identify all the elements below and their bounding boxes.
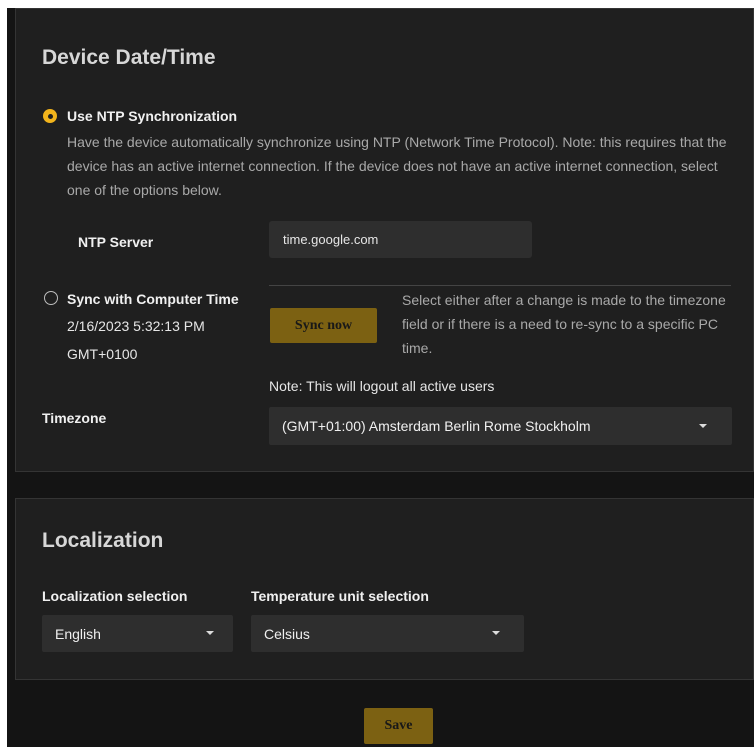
timezone-label: Timezone bbox=[42, 410, 107, 426]
ntp-label[interactable]: Use NTP Synchronization bbox=[67, 108, 237, 124]
sync-help-text: Select either after a change is made to … bbox=[402, 292, 726, 356]
localization-selection-label: Localization selection bbox=[42, 588, 188, 604]
localization-value: English bbox=[55, 625, 101, 642]
ntp-server-label: NTP Server bbox=[78, 234, 154, 250]
sync-logout-note: Note: This will logout all active users bbox=[269, 378, 495, 394]
settings-frame: Device Date/Time Use NTP Synchronization… bbox=[7, 8, 754, 747]
computer-time-divider bbox=[269, 285, 731, 286]
temperature-unit-value: Celsius bbox=[264, 625, 310, 642]
ntp-description: Have the device automatically synchroniz… bbox=[67, 134, 727, 198]
save-button[interactable]: Save bbox=[364, 708, 433, 744]
chevron-down-icon bbox=[492, 631, 500, 635]
localization-panel: Localization Localization selection Engl… bbox=[15, 498, 754, 680]
localization-select[interactable]: English bbox=[42, 615, 233, 652]
ntp-server-input[interactable]: time.google.com bbox=[269, 221, 532, 258]
temperature-unit-select[interactable]: Celsius bbox=[251, 615, 524, 652]
temperature-unit-label: Temperature unit selection bbox=[251, 588, 429, 604]
timezone-select[interactable]: (GMT+01:00) Amsterdam Berlin Rome Stockh… bbox=[269, 407, 732, 445]
sync-now-button[interactable]: Sync now bbox=[270, 308, 377, 343]
chevron-down-icon bbox=[699, 424, 707, 428]
timezone-value: (GMT+01:00) Amsterdam Berlin Rome Stockh… bbox=[282, 418, 591, 434]
chevron-down-icon bbox=[206, 631, 214, 635]
ntp-radio[interactable] bbox=[43, 109, 57, 123]
device-datetime-title: Device Date/Time bbox=[42, 46, 216, 69]
computer-time-date: 2/16/2023 5:32:13 PM bbox=[67, 318, 205, 334]
computer-time-label[interactable]: Sync with Computer Time bbox=[67, 291, 239, 307]
localization-title: Localization bbox=[42, 529, 164, 552]
device-datetime-panel: Device Date/Time Use NTP Synchronization… bbox=[15, 8, 754, 472]
computer-time-tz: GMT+0100 bbox=[67, 346, 138, 362]
ntp-server-value: time.google.com bbox=[283, 232, 379, 247]
computer-time-radio[interactable] bbox=[44, 291, 58, 305]
